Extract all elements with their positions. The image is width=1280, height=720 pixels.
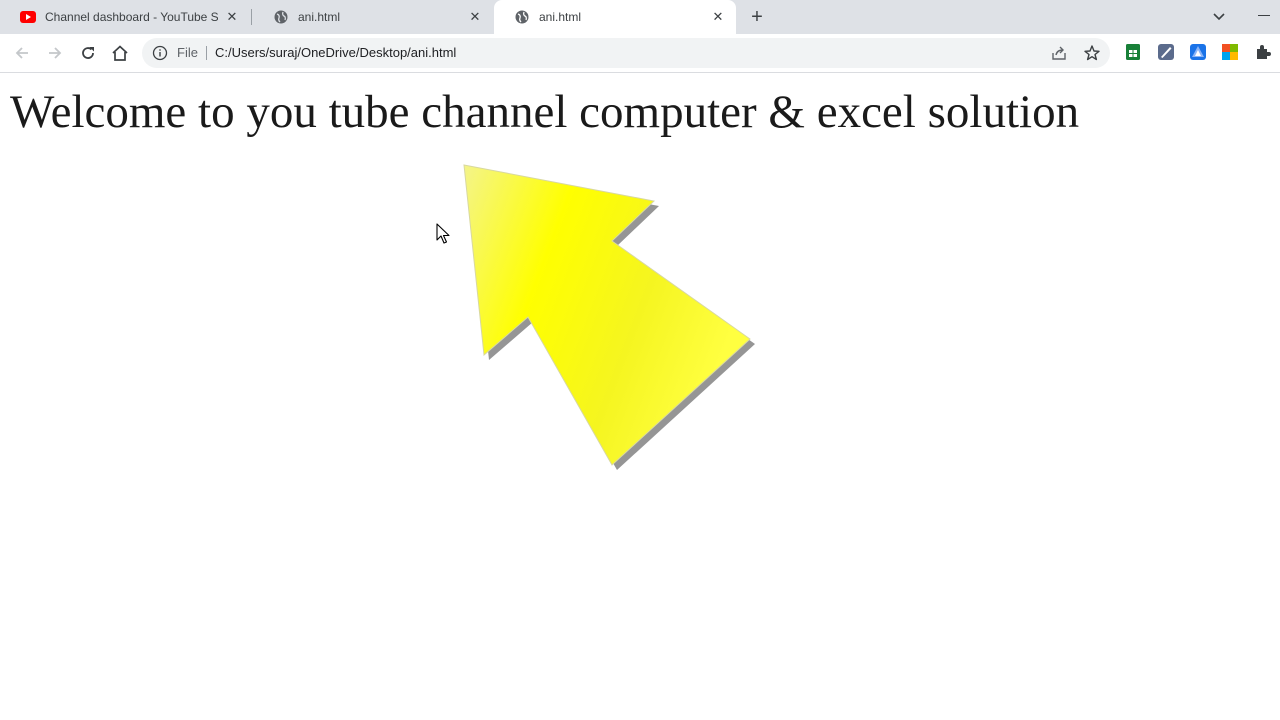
new-tab-button[interactable]: +: [747, 7, 767, 27]
globe-icon: [514, 9, 530, 25]
yellow-arrow-icon: [463, 164, 755, 470]
pen-extension-icon[interactable]: [1158, 44, 1174, 60]
star-icon[interactable]: [1083, 44, 1101, 62]
tab-title: Channel dashboard - YouTube Studio: [45, 10, 218, 24]
reload-button[interactable]: [78, 43, 98, 63]
chevron-down-icon[interactable]: [1210, 8, 1228, 26]
share-icon[interactable]: [1050, 44, 1068, 62]
tab-title: ani.html: [539, 10, 582, 24]
close-icon[interactable]: ✕: [710, 9, 726, 25]
back-button[interactable]: [12, 43, 32, 63]
info-icon[interactable]: [152, 45, 168, 61]
close-icon[interactable]: ✕: [224, 9, 240, 25]
home-button[interactable]: [110, 43, 130, 63]
page-heading: Welcome to you tube channel computer & e…: [10, 86, 1080, 138]
tab-ani-html-2[interactable]: ani.html ✕: [494, 0, 736, 34]
arrow-left-icon: [15, 47, 28, 59]
office-extension-icon[interactable]: [1222, 44, 1238, 60]
page-content: Welcome to you tube channel computer & e…: [0, 73, 1280, 720]
scheme-label: File: [177, 45, 198, 60]
home-icon: [112, 45, 128, 61]
puzzle-icon[interactable]: [1255, 44, 1271, 60]
tab-title: ani.html: [298, 10, 341, 24]
globe-icon: [273, 9, 289, 25]
sheets-extension-icon[interactable]: [1125, 44, 1141, 60]
close-icon[interactable]: ✕: [467, 9, 483, 25]
youtube-icon: [20, 9, 36, 25]
forward-button[interactable]: [45, 43, 65, 63]
reload-icon: [82, 47, 94, 59]
drive-extension-icon[interactable]: [1190, 44, 1206, 60]
arrow-right-icon: [49, 47, 62, 59]
url-text[interactable]: C:/Users/suraj/OneDrive/Desktop/ani.html: [215, 45, 456, 60]
toolbar: File C:/Users/suraj/OneDrive/Desktop/ani…: [0, 34, 1280, 73]
tab-strip: Channel dashboard - YouTube Studio ✕ ani…: [0, 0, 1280, 34]
address-bar[interactable]: File C:/Users/suraj/OneDrive/Desktop/ani…: [142, 38, 1110, 68]
tab-divider: [251, 9, 252, 25]
minimize-button[interactable]: [1258, 15, 1270, 16]
tab-youtube-studio[interactable]: Channel dashboard - YouTube Studio ✕: [0, 0, 250, 34]
tab-ani-html-1[interactable]: ani.html ✕: [253, 0, 493, 34]
mouse-cursor-icon: [436, 223, 450, 244]
divider: [206, 46, 207, 60]
